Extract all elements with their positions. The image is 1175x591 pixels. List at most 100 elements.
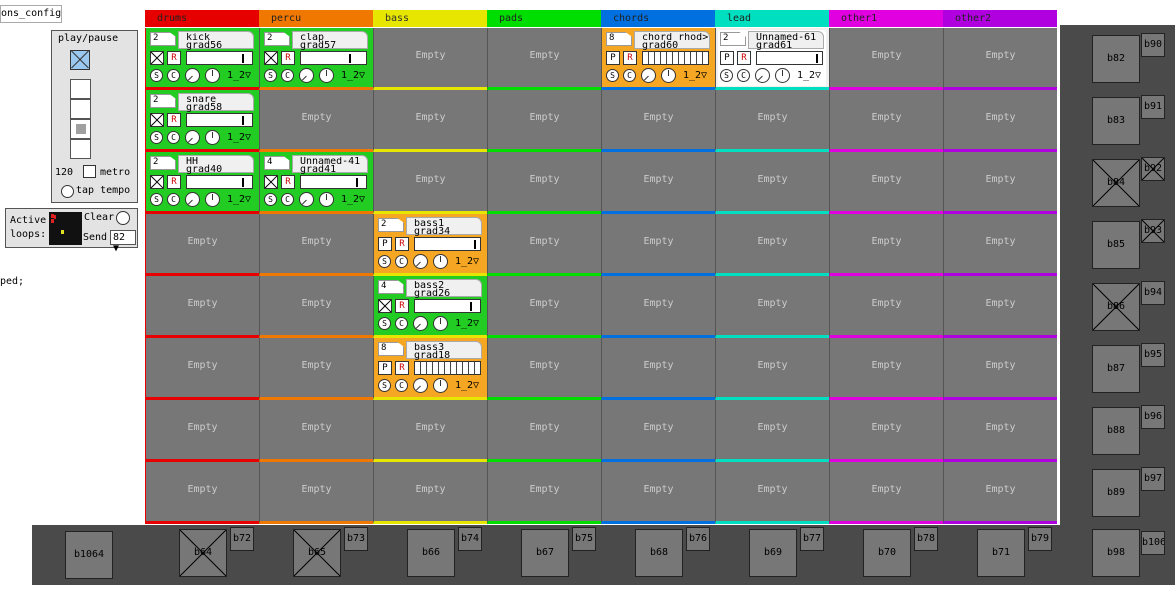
button-b84[interactable]: b84 (1092, 159, 1140, 207)
clip-position-slider[interactable] (186, 175, 253, 189)
volume-knob[interactable] (185, 68, 200, 83)
speed-knob[interactable] (775, 68, 790, 83)
bpm-value[interactable]: 120 (55, 167, 73, 178)
clip-slot[interactable]: Empty (601, 276, 715, 338)
clip-position-slider[interactable] (756, 51, 823, 65)
button-b1064[interactable]: b1064 (65, 531, 113, 579)
clip-slot[interactable]: Empty (601, 400, 715, 462)
clip-bass3[interactable]: 8 bass3 grad18 P R S C 1_2▽ (376, 340, 484, 396)
clip-slot[interactable]: 2 snare grad58 R S C 1_2▽ (145, 90, 259, 152)
track-header-other2[interactable]: other2 (943, 10, 1057, 27)
clip-slot[interactable]: Empty (829, 90, 943, 152)
clip-slot[interactable]: Empty (373, 462, 487, 524)
clip-slot[interactable]: Empty (487, 400, 601, 462)
clip-Unnamed-61[interactable]: 2 Unnamed-61 grad61 P R S C 1_2▽ (718, 30, 826, 86)
clip-slot[interactable]: Empty (943, 462, 1057, 524)
speed-knob[interactable] (319, 192, 334, 207)
clip-length-box[interactable]: 4 (378, 280, 404, 294)
clip-slot[interactable]: Empty (601, 152, 715, 214)
clip-slot[interactable]: Empty (601, 90, 715, 152)
clip-slot[interactable]: 4 bass2 grad26 R S C 1_2▽ (373, 276, 487, 338)
clear-clip-button[interactable]: C (395, 255, 408, 268)
button-b68[interactable]: b68 (635, 529, 683, 577)
clip-slot[interactable]: Empty (487, 276, 601, 338)
stop-clip-button[interactable] (264, 175, 278, 189)
clip-position-slider[interactable] (300, 175, 367, 189)
clip-slot[interactable]: Empty (145, 338, 259, 400)
button-b82[interactable]: b82 (1092, 35, 1140, 83)
clear-clip-button[interactable]: C (623, 69, 636, 82)
clip-position-slider[interactable] (186, 113, 253, 127)
clip-bass1[interactable]: 2 bass1 grad34 P R S C 1_2▽ (376, 216, 484, 272)
record-clip-button[interactable]: R (623, 51, 637, 65)
clip-clap[interactable]: 2 clap grad57 R S C 1_2▽ (262, 30, 370, 86)
volume-knob[interactable] (413, 316, 428, 331)
volume-knob[interactable] (641, 68, 656, 83)
button-b78[interactable]: b78 (914, 527, 938, 551)
clip-slot[interactable]: Empty (487, 214, 601, 276)
button-b73[interactable]: b73 (344, 527, 368, 551)
clip-length-box[interactable]: 2 (720, 32, 746, 46)
track-header-other1[interactable]: other1 (829, 10, 943, 27)
play-clip-button[interactable]: P (378, 361, 392, 375)
track-header-lead[interactable]: lead (715, 10, 829, 27)
volume-knob[interactable] (413, 254, 428, 269)
button-b77[interactable]: b77 (800, 527, 824, 551)
clip-kick[interactable]: 2 kick grad56 R S C 1_2▽ (148, 30, 256, 86)
clip-slot[interactable]: Empty (829, 28, 943, 90)
button-b74[interactable]: b74 (458, 527, 482, 551)
clip-position-slider[interactable] (414, 237, 481, 251)
button-b79[interactable]: b79 (1028, 527, 1052, 551)
button-b93[interactable]: b93 (1141, 219, 1165, 243)
volume-knob[interactable] (299, 192, 314, 207)
clear-clip-button[interactable]: C (167, 131, 180, 144)
track-header-bass[interactable]: bass (373, 10, 487, 27)
clip-slot[interactable]: Empty (943, 90, 1057, 152)
record-clip-button[interactable]: R (281, 175, 295, 189)
button-b97[interactable]: b97 (1141, 467, 1165, 491)
clip-speed-select[interactable]: 1_2▽ (455, 256, 479, 267)
radio-1[interactable] (70, 79, 91, 99)
clip-slot[interactable]: Empty (373, 400, 487, 462)
volume-knob[interactable] (185, 192, 200, 207)
stop-clip-button[interactable] (150, 113, 164, 127)
radio-4[interactable] (70, 139, 91, 159)
clip-slot[interactable]: Empty (487, 462, 601, 524)
solo-button[interactable]: S (378, 379, 391, 392)
solo-button[interactable]: S (378, 255, 391, 268)
clip-speed-select[interactable]: 1_2▽ (227, 70, 251, 81)
clip-slot[interactable]: Empty (601, 214, 715, 276)
clip-slot[interactable]: Empty (487, 338, 601, 400)
clip-slot[interactable]: Empty (829, 276, 943, 338)
clip-speed-select[interactable]: 1_2▽ (227, 194, 251, 205)
clip-HH[interactable]: 2 HH grad40 R S C 1_2▽ (148, 154, 256, 210)
clip-length-box[interactable]: 4 (264, 156, 290, 170)
button-b86[interactable]: b86 (1092, 283, 1140, 331)
clip-slot[interactable]: Empty (145, 276, 259, 338)
tap-tempo-button[interactable] (61, 185, 74, 198)
button-b88[interactable]: b88 (1092, 407, 1140, 455)
speed-knob[interactable] (205, 68, 220, 83)
record-clip-button[interactable]: R (395, 361, 409, 375)
clip-slot[interactable]: 2 kick grad56 R S C 1_2▽ (145, 28, 259, 90)
solo-button[interactable]: S (720, 69, 733, 82)
clip-speed-select[interactable]: 1_2▽ (797, 70, 821, 81)
clip-slot[interactable]: Empty (943, 152, 1057, 214)
stop-clip-button[interactable] (150, 175, 164, 189)
button-b75[interactable]: b75 (572, 527, 596, 551)
solo-button[interactable]: S (606, 69, 619, 82)
record-clip-button[interactable]: R (395, 299, 409, 313)
speed-knob[interactable] (433, 378, 448, 393)
clip-slot[interactable]: Empty (145, 400, 259, 462)
solo-button[interactable]: S (150, 131, 163, 144)
clip-slot[interactable]: Empty (715, 214, 829, 276)
clip-position-slider[interactable] (186, 51, 253, 65)
track-header-chords[interactable]: chords (601, 10, 715, 27)
clear-clip-button[interactable]: C (281, 69, 294, 82)
solo-button[interactable]: S (264, 69, 277, 82)
clip-length-box[interactable]: 8 (378, 342, 404, 356)
track-header-percu[interactable]: percu (259, 10, 373, 27)
stop-clip-button[interactable] (378, 299, 392, 313)
button-b98[interactable]: b98 (1092, 529, 1140, 577)
clip-slot[interactable]: Empty (943, 214, 1057, 276)
